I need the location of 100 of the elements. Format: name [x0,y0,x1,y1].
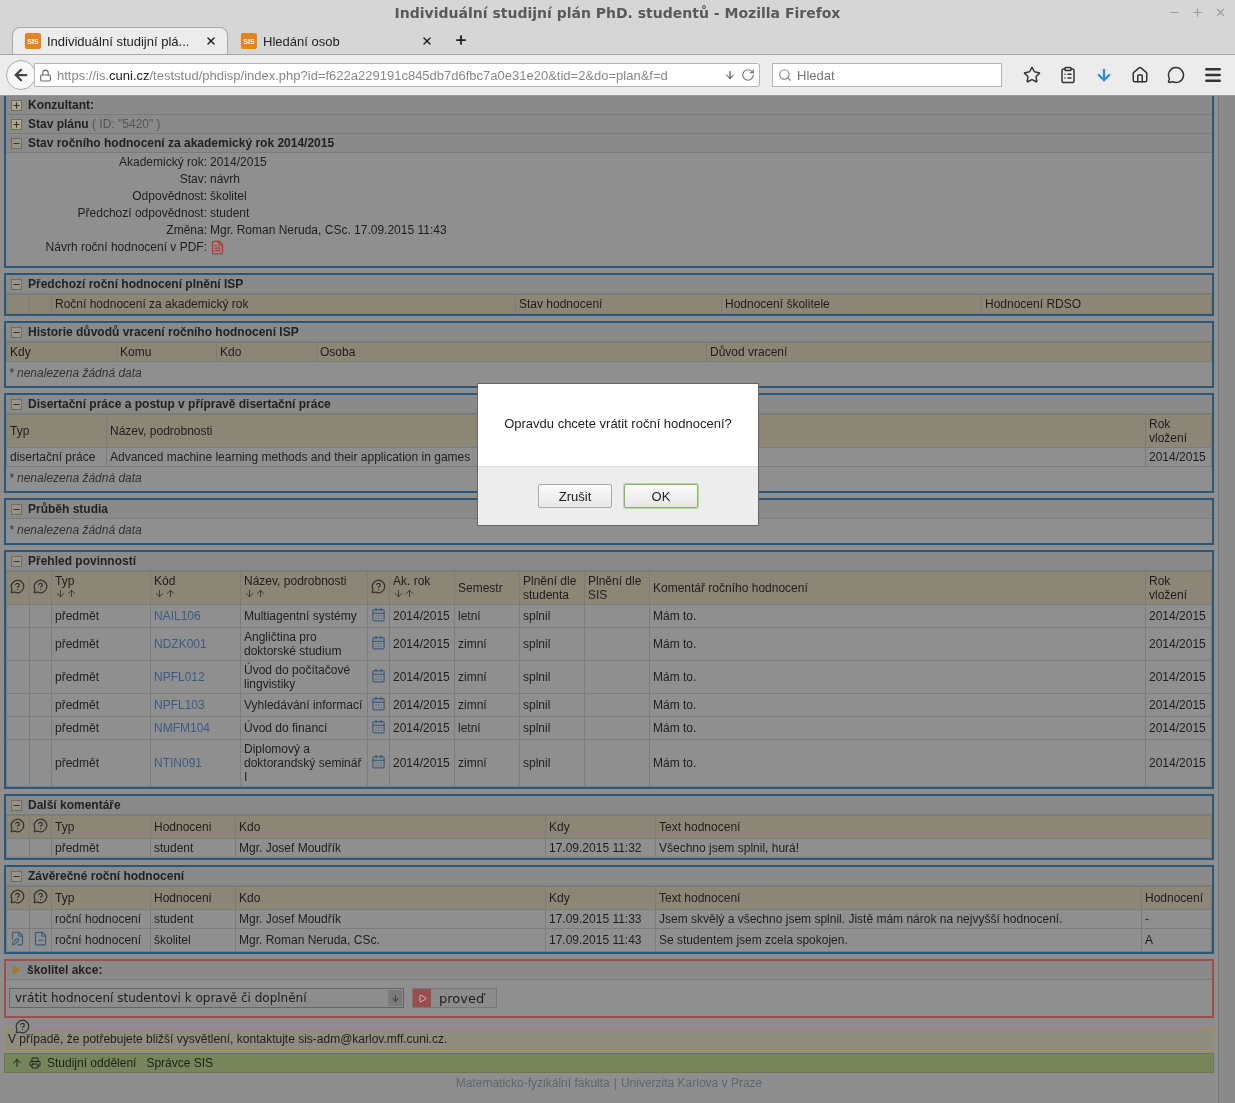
lock-icon [39,68,52,82]
column-header: Plnění dle SIS [588,574,643,602]
table-cell: 2014/2015 [389,627,455,661]
help-icon[interactable] [10,579,25,594]
collapse-icon[interactable] [11,870,22,882]
table-cell: školitel [150,928,236,952]
section-title: Konzultant: [28,98,94,112]
table-cell: předmět [51,739,151,787]
close-tab-icon[interactable] [205,35,217,47]
field-label: Předchozí odpovědnost: [76,206,207,220]
column-header: Typ [6,414,107,448]
new-tab-icon[interactable] [454,33,468,47]
table-cell: 2014/2015 [389,693,455,717]
edit-icon[interactable] [10,931,25,946]
back-button[interactable] [6,60,36,90]
calendar-icon[interactable] [371,607,386,622]
table-cell: 2014/2015 [389,739,455,787]
up-arrow-icon[interactable] [11,1057,23,1069]
calendar-icon[interactable] [371,696,386,711]
table-cell: zimní [454,739,520,787]
table-cell: Multiagentní systémy [240,604,368,628]
empty-note: * nenalezena žádná data [8,522,143,539]
table-cell: roční hodnocení [51,928,151,952]
action-select[interactable]: vrátit hodnocení studentovi k opravě či doplnění [9,988,404,1008]
window-title: Individuální studijní plán PhD. studentů - Mozilla Firefox [394,5,841,21]
reload-icon[interactable] [741,68,755,82]
expand-icon[interactable] [11,99,22,111]
table-cell: zimní [454,660,520,694]
table-cell: Vyhledávání informací [240,693,368,717]
section-title: Disertační práce a postup v přípravě disertační práce [28,397,331,411]
url-text: https://is.cuni.cz/teststud/phdisp/index.php?id=f622a229191c845db7d6fbc7a0e31e20&tid=2&do=plan&f=d [57,67,669,83]
table-cell: Úvod do počítačové lingvistiky [240,660,368,694]
ok-button[interactable]: OK [624,484,698,508]
close-icon[interactable] [1214,6,1227,19]
section-title: Předchozí roční hodnocení plnění ISP [28,277,244,291]
table-cell: Angličtina pro doktorské studium [240,627,368,661]
dialog-message: Opravdu chcete vrátit roční hodnocení? [503,414,733,433]
collapse-icon[interactable] [11,555,22,567]
table-cell: Mám to. [649,716,1146,740]
table-cell: 2014/2015 [389,716,455,740]
collapse-icon[interactable] [11,278,22,290]
help-icon[interactable] [33,818,48,833]
column-header[interactable]: Kód [154,574,176,599]
column-header[interactable]: Typ [55,574,77,599]
help-icon[interactable] [371,579,386,594]
document-icon[interactable] [33,931,48,946]
calendar-icon[interactable] [371,635,386,650]
help-icon[interactable] [33,579,48,594]
section-title: školitel akce: [27,963,103,977]
expand-icon[interactable] [11,118,22,130]
help-icon[interactable] [10,889,25,904]
help-icon[interactable] [33,889,48,904]
section-title: Přehled povinností [28,554,136,568]
column-header: Komentář ročního hodnocení [653,581,808,595]
column-header: Plnění dle studenta [523,574,578,602]
column-header: Rok vložení [1145,414,1212,448]
sort-arrows-icon[interactable] [154,588,176,599]
table-cell: 2014/2015 [1145,716,1212,740]
calendar-icon[interactable] [371,668,386,683]
table-cell: 2014/2015 [389,660,455,694]
table-cell: 2014/2015 [1145,660,1212,694]
execute-button[interactable]: proveď [412,988,498,1008]
section-title: Průběh studia [28,502,108,516]
address-field[interactable]: https://is.cuni.cz/teststud/phdisp/index.php?id=f622a229191c845db7d6fbc7a0e31e20&tid=2&do=plan&f=d [34,63,760,87]
collapse-icon[interactable] [11,137,22,149]
collapse-icon[interactable] [11,326,22,338]
collapse-icon[interactable] [11,503,22,515]
table-cell: Mám to. [649,660,1146,694]
footer-link[interactable]: Správce SIS [146,1056,214,1070]
table-cell: předmět [51,693,151,717]
table-cell: 17.09.2015 11:43 [545,928,656,952]
column-header: Semestr [458,581,503,595]
table-cell: Úvod do financí [240,716,368,740]
column-header: Typ [51,886,151,910]
table-cell: zimní [454,693,520,717]
collapse-icon[interactable] [11,799,22,811]
table-cell: - [1141,909,1212,929]
maximize-icon[interactable] [1191,6,1204,19]
table-cell: Se studentem jsem zcela spokojen. [655,928,1142,952]
column-header: Kdy [545,886,656,910]
column-header: Kdo [216,342,317,362]
close-tab-icon[interactable] [421,35,433,47]
sort-arrows-icon[interactable] [55,588,77,599]
table-cell: Všechno jsem splnil, hurá! [655,838,1212,858]
cancel-button[interactable]: Zrušit [538,484,612,508]
table-cell: Mám to. [649,604,1146,628]
printer-icon[interactable] [29,1057,41,1069]
dropdown-icon[interactable] [724,69,736,81]
help-icon[interactable] [10,818,25,833]
table-cell: splnil [519,627,585,661]
search-field[interactable]: Hledat [772,63,1002,87]
table-cell: 17.09.2015 11:33 [545,909,656,929]
collapse-icon[interactable] [11,398,22,410]
calendar-icon[interactable] [371,754,386,769]
table-cell: 2014/2015 [1145,739,1212,787]
calendar-icon[interactable] [371,719,386,734]
section-title: Závěrečné roční hodnocení [28,869,185,883]
table-cell: předmět [51,660,151,694]
help-icon[interactable] [15,1019,30,1034]
footer-link[interactable]: Studijní oddělení [47,1056,137,1070]
